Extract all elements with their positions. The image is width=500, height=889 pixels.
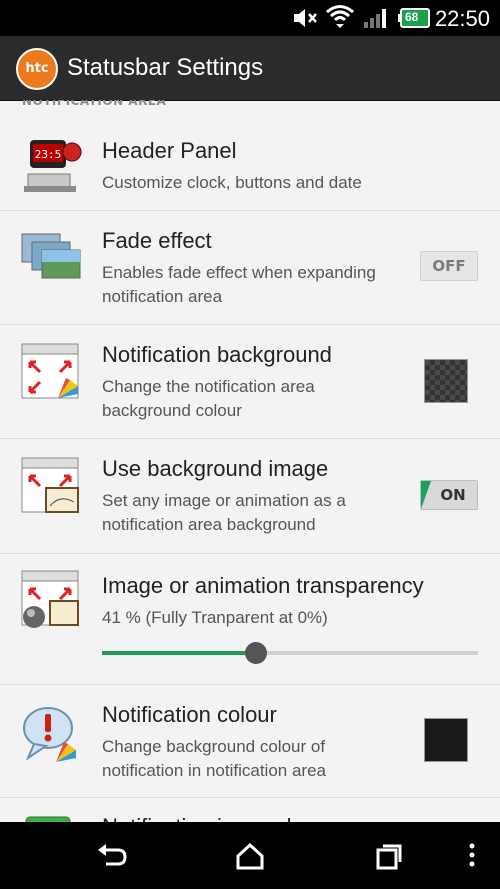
notification-icon-colour-icon (20, 815, 82, 822)
background-image-toggle[interactable]: ON (420, 480, 478, 510)
overflow-menu-icon[interactable] (452, 840, 492, 872)
slider-thumb[interactable] (245, 642, 267, 664)
status-bar: 68 22:50 (0, 0, 500, 36)
fade-effect-toggle[interactable]: OFF (420, 251, 478, 281)
slider-fill (102, 651, 256, 655)
setting-fade-effect[interactable]: Fade effect Enables fade effect when exp… (0, 210, 500, 325)
transparency-slider[interactable] (102, 642, 478, 664)
toggle-label: ON (440, 486, 466, 504)
section-header-label: NOTIFICATION AREA (22, 100, 167, 108)
setting-title: Notification background (102, 342, 332, 367)
setting-title: Image or animation transparency (102, 573, 424, 598)
setting-title: Notification icon colour (102, 814, 323, 822)
setting-subtitle: Change the notification area background … (102, 377, 315, 420)
fade-images-icon (20, 230, 82, 292)
setting-title: Header Panel (102, 138, 237, 163)
setting-subtitle: Set any image or animation as a notifica… (102, 491, 346, 534)
page-title: Statusbar Settings (67, 54, 264, 81)
recents-icon[interactable] (368, 840, 408, 872)
setting-notification-icon-colour[interactable]: Notification icon colour (0, 797, 500, 822)
setting-subtitle: Customize clock, buttons and date (102, 173, 362, 192)
mute-icon (292, 6, 320, 34)
app-bar: htc Statusbar Settings (0, 36, 500, 101)
wifi-icon (325, 3, 355, 35)
setting-notification-colour[interactable]: Notification colour Change background co… (0, 684, 500, 798)
notification-bubble-icon (20, 704, 82, 766)
setting-subtitle: Enables fade effect when expanding notif… (102, 263, 376, 306)
setting-use-background-image[interactable]: Use background image Set any image or an… (0, 438, 500, 554)
clock: 22:50 (434, 6, 490, 31)
setting-title: Fade effect (102, 228, 212, 253)
notification-background-swatch[interactable] (424, 359, 468, 403)
setting-title: Notification colour (102, 702, 277, 727)
back-icon[interactable] (92, 840, 132, 872)
htc-logo[interactable]: htc (16, 48, 58, 90)
battery-level: 68 (405, 10, 419, 24)
setting-subtitle: Change background colour of notification… (102, 737, 326, 780)
navigation-bar (0, 822, 500, 889)
svg-text:23:5: 23:5 (35, 148, 62, 161)
setting-subtitle: 41 % (Fully Tranparent at 0%) (102, 608, 328, 627)
setting-transparency[interactable]: Image or animation transparency 41 % (Fu… (0, 553, 500, 685)
setting-title: Use background image (102, 456, 329, 481)
section-header: NOTIFICATION AREA (0, 100, 500, 120)
setting-notification-background[interactable]: Notification background Change the notif… (0, 324, 500, 439)
transparency-icon (20, 569, 82, 631)
notification-colour-swatch[interactable] (424, 718, 468, 762)
background-window-icon (20, 342, 82, 404)
setting-header-panel[interactable]: 23:5 Header Panel Customize clock, butto… (0, 120, 500, 211)
clock-header-icon: 23:5 (20, 134, 82, 196)
background-image-icon (20, 456, 82, 518)
home-icon[interactable] (230, 840, 270, 872)
signal-icon (362, 6, 390, 34)
